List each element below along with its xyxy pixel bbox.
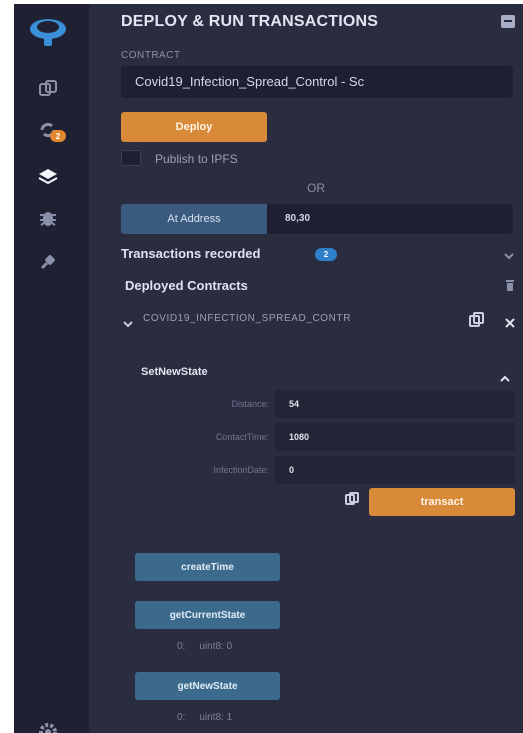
param-label-contacttime: ContactTime: xyxy=(215,432,269,442)
compiler-icon[interactable]: 2 xyxy=(36,118,66,142)
transactions-recorded-title[interactable]: Transactions recorded xyxy=(121,246,260,261)
current-state-result: 0: uint8: 0 xyxy=(177,641,232,652)
compiler-badge: 2 xyxy=(50,130,66,142)
result-value: uint8: 0 xyxy=(199,641,233,652)
param-label-infectiondate: InfectionDate: xyxy=(213,465,269,475)
close-instance-icon[interactable] xyxy=(505,315,515,333)
copy-address-icon[interactable] xyxy=(469,312,485,333)
param-input-infectiondate[interactable]: 0 xyxy=(275,456,515,484)
deploy-run-panel: DEPLOY & RUN TRANSACTIONS CONTRACT Covid… xyxy=(107,4,523,733)
at-address-input[interactable]: 80,30 xyxy=(267,204,513,234)
create-time-button[interactable]: createTime xyxy=(135,553,280,581)
plugin-manager-icon[interactable] xyxy=(36,250,60,274)
param-label-distance: Distance: xyxy=(231,399,269,409)
get-new-state-button[interactable]: getNewState xyxy=(135,672,280,700)
instance-name: COVID19_INFECTION_SPREAD_CONTR xyxy=(143,313,352,324)
deployed-contracts-title: Deployed Contracts xyxy=(125,278,248,293)
chevron-down-icon[interactable] xyxy=(503,248,515,266)
contract-select[interactable]: Covid19_Infection_Spread_Control - Sc xyxy=(121,66,513,98)
remix-logo-icon[interactable] xyxy=(26,14,70,48)
result-index: 0: xyxy=(177,641,186,652)
panel-title: DEPLOY & RUN TRANSACTIONS xyxy=(121,13,379,30)
deploy-button[interactable]: Deploy xyxy=(121,112,267,142)
publish-ipfs-checkbox[interactable] xyxy=(121,150,141,166)
param-input-contacttime[interactable]: 1080 xyxy=(275,423,515,451)
at-address-button[interactable]: At Address xyxy=(121,204,267,234)
transactions-count-badge: 2 xyxy=(315,248,337,261)
icon-rail: 2 xyxy=(14,4,89,733)
contract-label: CONTRACT xyxy=(121,50,181,61)
function-title: SetNewState xyxy=(141,366,208,378)
result-index: 0: xyxy=(177,712,186,723)
get-current-state-button[interactable]: getCurrentState xyxy=(135,601,280,629)
file-explorer-icon[interactable] xyxy=(36,76,60,100)
settings-gear-icon[interactable] xyxy=(36,720,60,733)
transact-button[interactable]: transact xyxy=(369,488,515,516)
deploy-run-icon[interactable] xyxy=(36,164,60,188)
new-state-result: 0: uint8: 1 xyxy=(177,712,232,723)
instance-chevron-down-icon[interactable] xyxy=(123,315,133,333)
debugger-icon[interactable] xyxy=(36,206,60,230)
copy-calldata-icon[interactable] xyxy=(345,492,361,511)
chevron-up-icon[interactable] xyxy=(499,370,511,388)
deployed-instance-header[interactable]: COVID19_INFECTION_SPREAD_CONTR xyxy=(107,302,523,342)
result-value: uint8: 1 xyxy=(199,712,233,723)
or-separator: OR xyxy=(307,181,325,195)
publish-ipfs-label: Publish to IPFS xyxy=(155,152,238,166)
minimize-panel-icon[interactable] xyxy=(501,15,515,28)
trash-icon[interactable] xyxy=(505,278,515,296)
param-input-distance[interactable]: 54 xyxy=(275,390,515,418)
remix-window: 2 DEPLOY & RUN TRANSACTIONS CONTRACT Cov… xyxy=(14,4,523,733)
